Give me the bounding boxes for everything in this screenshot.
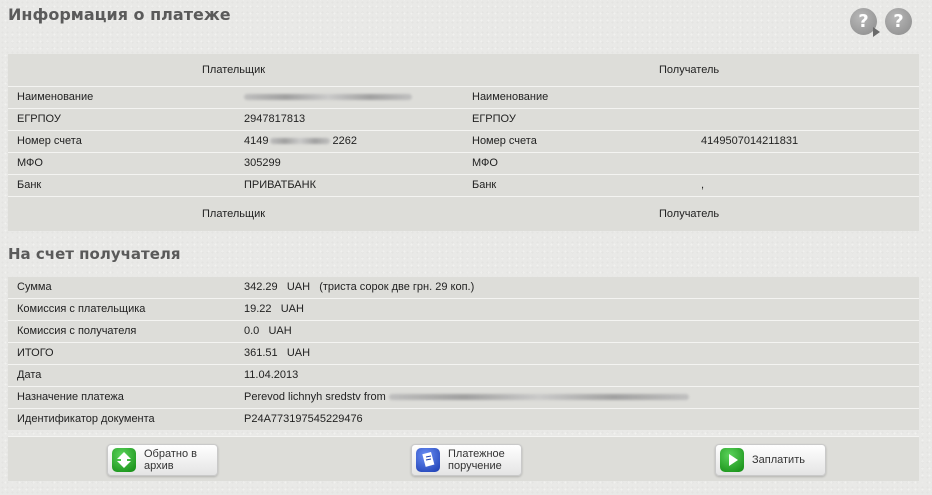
details-table: Сумма 342.29 UAH (триста сорок две грн. … xyxy=(8,277,919,430)
purpose-text: Perevod lichnyh sredstv from xyxy=(244,391,386,403)
table-row: МФО 305299 МФО xyxy=(8,152,919,174)
back-to-archive-button[interactable]: Обратно в архив xyxy=(107,444,218,476)
help-icons: ? ? xyxy=(850,8,912,37)
row-label: Дата xyxy=(17,369,42,381)
parties-header-row: Плательщик Получатель xyxy=(8,54,919,86)
recipient-label: Номер счета xyxy=(472,135,537,147)
recipient-label: ЕГРПОУ xyxy=(472,113,516,125)
page-title: Информация о платеже xyxy=(8,5,231,24)
table-row: Номер счета 4149 2262 Номер счета 4149507… xyxy=(8,130,919,152)
recipient-label: МФО xyxy=(472,157,498,169)
payer-value: 305299 xyxy=(244,157,281,169)
payment-order-button[interactable]: Платежное поручение xyxy=(411,444,522,476)
row-label: Банк xyxy=(17,179,42,191)
recipient-value: 4149507014211831 xyxy=(701,135,799,147)
recipient-label: Наименование xyxy=(472,91,549,103)
table-row: ИТОГО 361.51 UAH xyxy=(8,342,919,364)
section-title: На счет получателя xyxy=(8,245,181,263)
table-row: Комиссия с получателя 0.0 UAH xyxy=(8,320,919,342)
play-icon xyxy=(720,448,744,472)
account-prefix: 4149 xyxy=(244,135,269,147)
button-label: Обратно в архив xyxy=(144,448,197,472)
table-row: Сумма 342.29 UAH (триста сорок две грн. … xyxy=(8,277,919,298)
play-arrow-icon xyxy=(873,27,880,37)
amount-value: 342.29 UAH (триста сорок две грн. 29 коп… xyxy=(244,281,475,293)
document-icon xyxy=(416,448,440,472)
total-value: 361.51 UAH xyxy=(244,347,311,359)
action-bar: Обратно в архив Платежное поручение Заплат… xyxy=(8,436,919,481)
pay-button[interactable]: Заплатить xyxy=(715,444,826,476)
purpose-value: Perevod lichnyh sredstv from xyxy=(244,387,689,408)
parties-footer-row: Плательщик Получатель xyxy=(8,196,919,231)
payer-value: 2947817813 xyxy=(244,113,306,125)
payer-header: Плательщик xyxy=(202,64,266,76)
recipient-header: Получатель xyxy=(659,64,720,76)
recipient-value: , xyxy=(701,179,705,191)
table-row: Назначение платежа Perevod lichnyh sreds… xyxy=(8,386,919,408)
table-row: Наименование Наименование xyxy=(8,86,919,108)
recipient-fee-value: 0.0 UAH xyxy=(244,325,292,337)
row-label: Наименование xyxy=(17,91,94,103)
row-label: Комиссия с получателя xyxy=(17,325,137,337)
row-label: ЕГРПОУ xyxy=(17,113,61,125)
account-suffix: 2262 xyxy=(332,135,357,147)
date-value: 11.04.2013 xyxy=(244,369,299,381)
row-label: МФО xyxy=(17,157,43,169)
recipient-footer: Получатель xyxy=(659,208,720,220)
table-row: ЕГРПОУ 2947817813 ЕГРПОУ xyxy=(8,108,919,130)
up-arrow-icon xyxy=(112,448,136,472)
row-label: ИТОГО xyxy=(17,347,54,359)
table-row: Дата 11.04.2013 xyxy=(8,364,919,386)
payer-value: ПРИВАТБАНК xyxy=(244,179,316,191)
help-icon[interactable]: ? xyxy=(885,8,912,35)
row-label: Назначение платежа xyxy=(17,391,124,403)
button-label: Заплатить xyxy=(752,454,805,466)
recipient-label: Банк xyxy=(472,179,497,191)
row-label: Идентификатор документа xyxy=(17,413,155,425)
row-label: Номер счета xyxy=(17,135,82,147)
help-icon[interactable]: ? xyxy=(850,8,880,37)
parties-table: Плательщик Получатель Наименование Наиме… xyxy=(8,54,919,231)
table-row: Идентификатор документа P24A773197545229… xyxy=(8,408,919,430)
row-label: Комиссия с плательщика xyxy=(17,303,146,315)
table-row: Комиссия с плательщика 19.22 UAH xyxy=(8,298,919,320)
payer-fee-value: 19.22 UAH xyxy=(244,303,304,315)
button-label: Платежное поручение xyxy=(448,448,505,472)
payer-footer: Плательщик xyxy=(202,208,266,220)
payer-account-value: 4149 2262 xyxy=(244,131,357,152)
row-label: Сумма xyxy=(17,281,52,293)
table-row: Банк ПРИВАТБАНК Банк , xyxy=(8,174,919,196)
payer-name-value xyxy=(244,87,412,108)
document-id-value: P24A773197545229476 xyxy=(244,413,363,425)
